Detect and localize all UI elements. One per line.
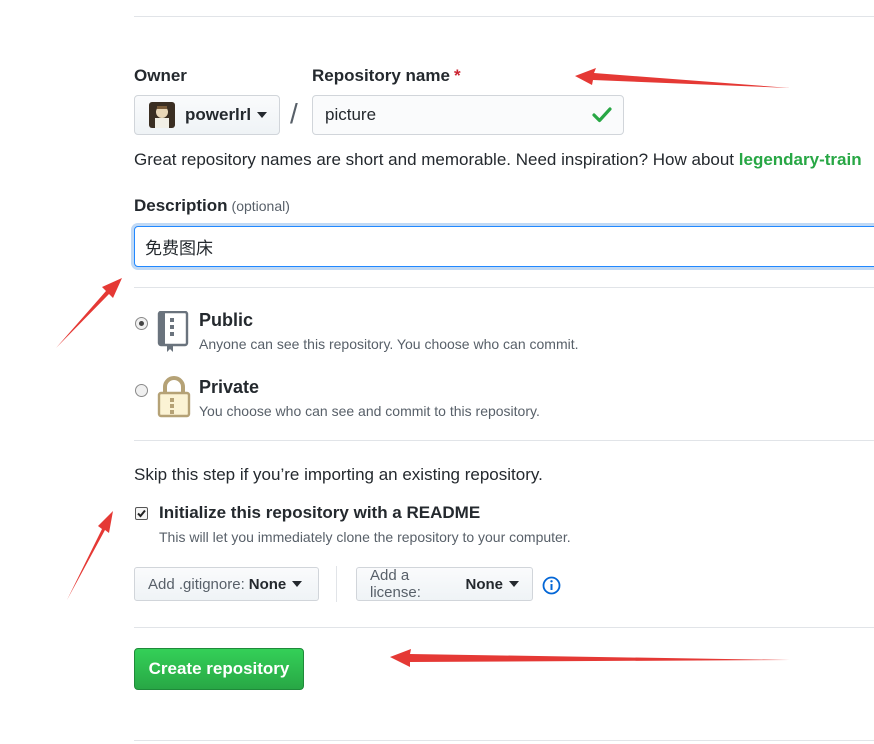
- annotation-arrow: [390, 649, 790, 667]
- annotation-arrows: [56, 68, 790, 667]
- annotation-arrow: [67, 511, 113, 600]
- annotation-arrow: [56, 278, 122, 348]
- annotation-arrow: [575, 68, 790, 88]
